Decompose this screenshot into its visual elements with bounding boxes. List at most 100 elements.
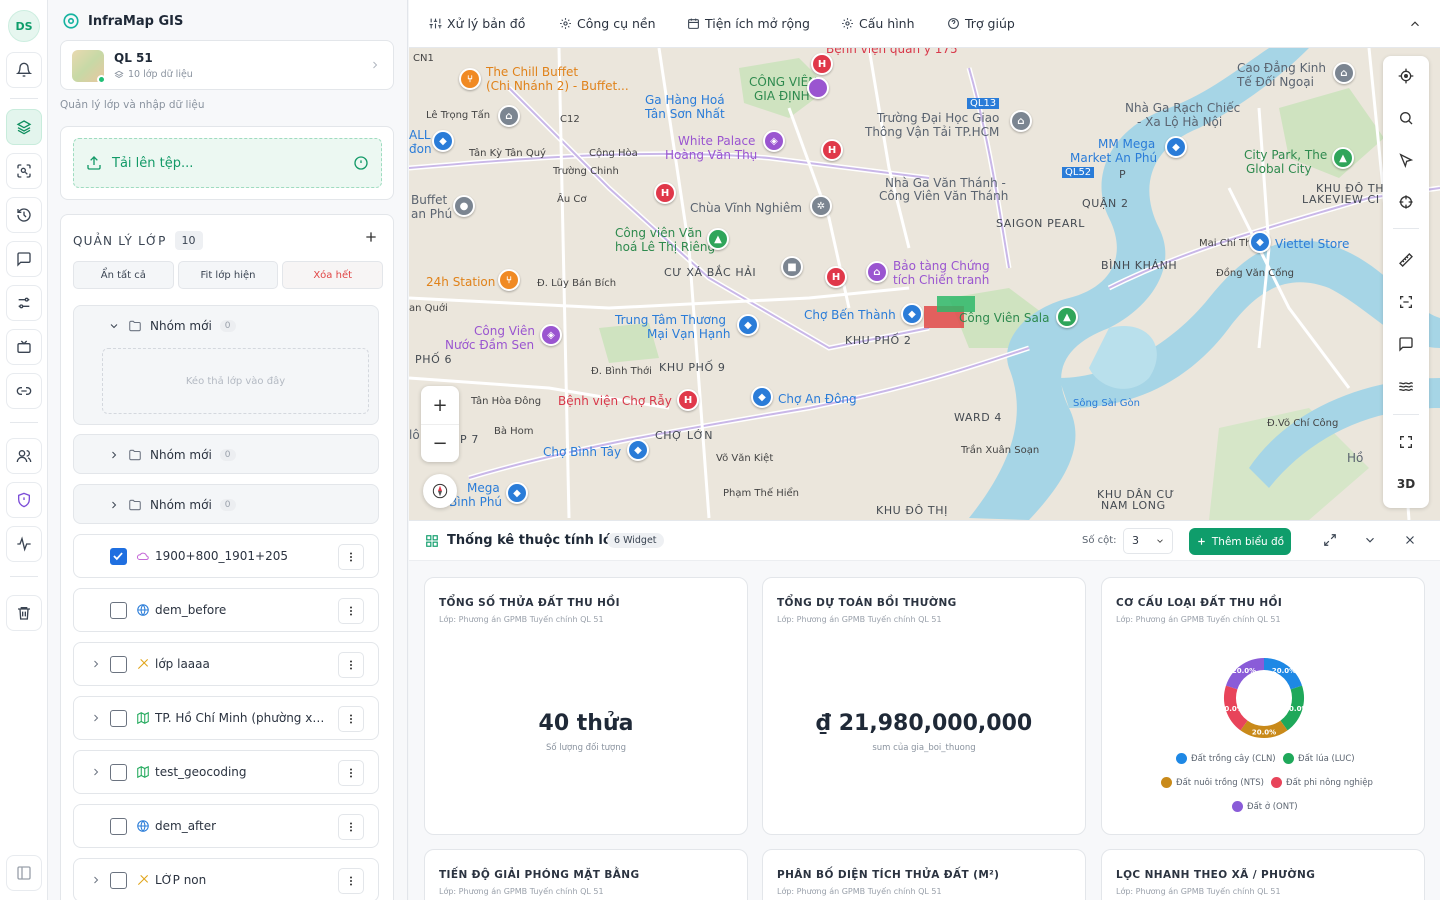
restaurant-pin-icon[interactable]: ⑂ — [498, 269, 520, 291]
chevron-up-icon[interactable] — [1408, 17, 1422, 31]
layer-menu-button[interactable] — [338, 706, 364, 732]
map-view[interactable]: The Chill Buffet (Chi Nhánh 2) - Buffet.… — [409, 48, 1440, 520]
layer-menu-button[interactable] — [338, 598, 364, 624]
media-button[interactable] — [6, 329, 42, 365]
legend-item[interactable]: Đất phi nông nghiệp — [1271, 777, 1373, 788]
dropzone[interactable]: Kéo thả lớp vào đây — [102, 348, 369, 414]
fit-visible-button[interactable]: Fit lớp hiện — [177, 261, 279, 289]
layer-menu-button[interactable] — [338, 544, 364, 570]
chevron-right-icon[interactable] — [90, 658, 102, 670]
menu-base-tools[interactable]: Công cụ nền — [559, 16, 656, 31]
chevron-right-icon[interactable] — [108, 449, 120, 461]
layer-visibility-checkbox[interactable] — [110, 602, 127, 619]
hide-all-button[interactable]: Ẩn tất cả — [73, 261, 174, 289]
park-pin-icon[interactable]: ▲ — [1332, 147, 1354, 169]
users-button[interactable] — [6, 438, 42, 474]
notifications-button[interactable] — [6, 52, 42, 88]
chevron-right-icon[interactable] — [90, 712, 102, 724]
layer-visibility-checkbox[interactable] — [110, 548, 127, 565]
delete-all-button[interactable]: Xóa hết — [282, 261, 384, 289]
project-selector[interactable]: QL 51 10 lớp dữ liệu — [60, 40, 394, 90]
restaurant-pin-icon[interactable]: ⑂ — [459, 68, 481, 90]
park-pin-icon[interactable]: ▲ — [707, 228, 729, 250]
waterpark-pin-icon[interactable]: ◈ — [540, 324, 562, 346]
hospital-pin-icon[interactable]: H — [811, 53, 833, 75]
market-pin-icon[interactable]: ◆ — [901, 303, 923, 325]
layer-visibility-checkbox[interactable] — [110, 710, 127, 727]
history-button[interactable] — [6, 197, 42, 233]
compass-button[interactable] — [423, 474, 457, 508]
info-icon[interactable] — [353, 155, 369, 171]
market-pin-icon[interactable]: ◆ — [627, 439, 649, 461]
layer-row[interactable]: LỚP non — [73, 858, 379, 900]
group-header[interactable]: Nhóm mới 0 — [74, 306, 378, 346]
place-pin-icon[interactable]: ● — [453, 195, 475, 217]
hospital-pin-icon[interactable]: H — [654, 182, 676, 204]
layer-visibility-checkbox[interactable] — [110, 872, 127, 889]
temple-pin-icon[interactable]: ✲ — [810, 195, 832, 217]
shopping-pin-icon[interactable]: ◆ — [1165, 136, 1187, 158]
shopping-pin-icon[interactable]: ◆ — [432, 130, 454, 152]
expand-icon[interactable] — [1323, 533, 1337, 547]
close-icon[interactable] — [1403, 533, 1417, 547]
collapse-sidebar-button[interactable] — [6, 855, 42, 891]
security-button[interactable] — [6, 482, 42, 518]
layers-style-button[interactable] — [1383, 366, 1429, 406]
layer-row[interactable]: TP. Hồ Chí Minh (phường xã) -... — [73, 696, 379, 740]
hospital-pin-icon[interactable]: H — [677, 389, 699, 411]
market-pin-icon[interactable]: ◆ — [751, 386, 773, 408]
layer-menu-button[interactable] — [338, 814, 364, 840]
add-chart-button[interactable]: Thêm biểu đồ — [1189, 528, 1291, 555]
layer-visibility-checkbox[interactable] — [110, 656, 127, 673]
menu-help[interactable]: Trợ giúp — [947, 16, 1015, 31]
hospital-pin-icon[interactable]: H — [825, 266, 847, 288]
columns-select[interactable]: 3 — [1123, 528, 1173, 554]
measure-button[interactable] — [1383, 240, 1429, 280]
chevron-right-icon[interactable] — [90, 766, 102, 778]
legend-item[interactable]: Đất trồng cây (CLN) — [1176, 753, 1276, 764]
chevron-right-icon[interactable] — [108, 499, 120, 511]
select-button[interactable] — [1383, 140, 1429, 180]
search-map-button[interactable] — [1383, 98, 1429, 138]
museum-pin-icon[interactable]: ⌂ — [866, 261, 888, 283]
education-pin-icon[interactable]: ⌂ — [498, 105, 520, 127]
locate-button[interactable] — [1383, 56, 1429, 96]
layer-visibility-checkbox[interactable] — [110, 818, 127, 835]
layer-menu-button[interactable] — [338, 760, 364, 786]
park-pin-icon[interactable]: ▲ — [1056, 306, 1078, 328]
zoom-in-button[interactable]: + — [421, 386, 459, 424]
station-pin-icon[interactable]: ■ — [781, 256, 803, 278]
area-select-button[interactable] — [1383, 282, 1429, 322]
add-layer-icon[interactable] — [363, 229, 379, 245]
hospital-pin-icon[interactable]: H — [821, 139, 843, 161]
layer-row[interactable]: dem_before — [73, 588, 379, 632]
layer-row[interactable]: test_geocoding — [73, 750, 379, 794]
layer-row[interactable]: dem_after — [73, 804, 379, 848]
menu-map-processing[interactable]: Xử lý bản đồ — [429, 16, 525, 31]
chevron-down-icon[interactable] — [108, 320, 120, 332]
layer-row[interactable]: 1900+800_1901+205 — [73, 534, 379, 578]
education-pin-icon[interactable]: ⌂ — [1333, 62, 1355, 84]
activity-button[interactable] — [6, 526, 42, 562]
comments-button[interactable] — [6, 241, 42, 277]
toggle-3d-button[interactable]: 3D — [1383, 464, 1429, 504]
education-pin-icon[interactable]: ⌂ — [1010, 110, 1032, 132]
shopping-pin-icon[interactable]: ◆ — [737, 314, 759, 336]
link-button[interactable] — [6, 373, 42, 409]
chevron-right-icon[interactable] — [90, 874, 102, 886]
legend-item[interactable]: Đất nuôi trồng (NTS) — [1161, 777, 1264, 788]
layer-visibility-checkbox[interactable] — [110, 764, 127, 781]
legend-item[interactable]: Đất lúa (LUC) — [1283, 753, 1355, 764]
target-button[interactable] — [1383, 182, 1429, 222]
zoom-out-button[interactable]: − — [421, 424, 459, 462]
layer-menu-button[interactable] — [338, 868, 364, 894]
scan-button[interactable] — [6, 153, 42, 189]
settings-sliders-button[interactable] — [6, 285, 42, 321]
fullscreen-button[interactable] — [1383, 422, 1429, 462]
menu-config[interactable]: Cấu hình — [841, 16, 915, 31]
trash-button[interactable] — [6, 595, 42, 631]
legend-item[interactable]: Đất ở (ONT) — [1232, 801, 1298, 812]
layer-menu-button[interactable] — [338, 652, 364, 678]
group-header[interactable]: Nhóm mới 0 — [74, 435, 378, 475]
donut-chart[interactable]: 20.0% 20.0% 20.0% 20.0% 20.0% — [1214, 648, 1314, 748]
